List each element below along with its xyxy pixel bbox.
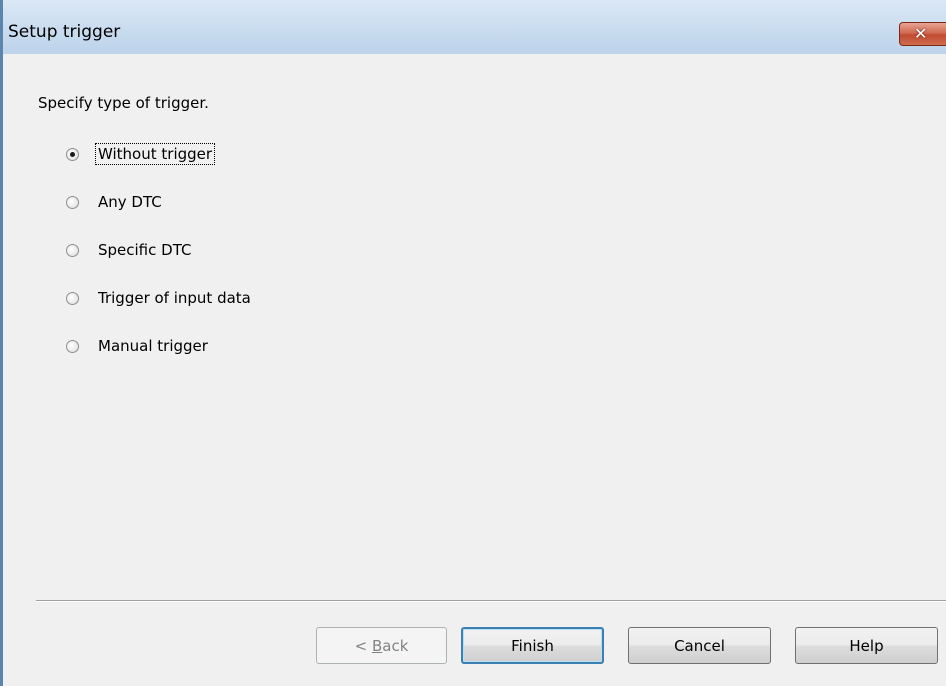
back-button[interactable]: < Back bbox=[316, 627, 447, 664]
window-title: Setup trigger bbox=[8, 22, 121, 42]
radio-manual-trigger[interactable]: Manual trigger bbox=[66, 334, 210, 358]
cancel-button-label: Cancel bbox=[674, 636, 725, 655]
radio-label[interactable]: Manual trigger bbox=[96, 336, 210, 356]
title-bar[interactable]: Setup trigger ✕ bbox=[3, 0, 946, 54]
radio-selected-dot bbox=[70, 151, 75, 157]
close-button[interactable]: ✕ bbox=[899, 22, 946, 46]
back-label-mnemonic: B bbox=[371, 636, 383, 655]
radio-label[interactable]: Specific DTC bbox=[96, 240, 193, 260]
radio-button-icon[interactable] bbox=[66, 291, 79, 305]
radio-any-dtc[interactable]: Any DTC bbox=[66, 190, 164, 214]
back-button-label: < Back bbox=[355, 637, 409, 655]
radio-without-trigger[interactable]: Without trigger bbox=[66, 142, 216, 166]
radio-trigger-of-input-data[interactable]: Trigger of input data bbox=[66, 286, 253, 310]
radio-label[interactable]: Trigger of input data bbox=[96, 288, 253, 308]
help-button-label: Help bbox=[849, 636, 884, 655]
radio-button-icon[interactable] bbox=[66, 195, 79, 209]
radio-label[interactable]: Any DTC bbox=[96, 192, 164, 212]
back-label-rest: ack bbox=[382, 636, 409, 655]
setup-trigger-dialog: Setup trigger ✕ Specify type of trigger.… bbox=[0, 0, 946, 686]
cancel-button[interactable]: Cancel bbox=[628, 627, 771, 664]
close-icon: ✕ bbox=[914, 24, 928, 43]
radio-label[interactable]: Without trigger bbox=[94, 143, 216, 165]
radio-specific-dtc[interactable]: Specific DTC bbox=[66, 238, 193, 262]
help-button[interactable]: Help bbox=[795, 627, 938, 664]
button-separator bbox=[36, 600, 946, 602]
radio-button-icon[interactable] bbox=[66, 243, 79, 257]
radio-button-icon[interactable] bbox=[66, 339, 79, 353]
finish-button[interactable]: Finish bbox=[461, 627, 604, 664]
instruction-text: Specify type of trigger. bbox=[38, 94, 209, 112]
radio-button-icon[interactable] bbox=[66, 147, 79, 161]
back-label-prefix: < bbox=[354, 636, 372, 655]
finish-button-label: Finish bbox=[511, 636, 554, 655]
